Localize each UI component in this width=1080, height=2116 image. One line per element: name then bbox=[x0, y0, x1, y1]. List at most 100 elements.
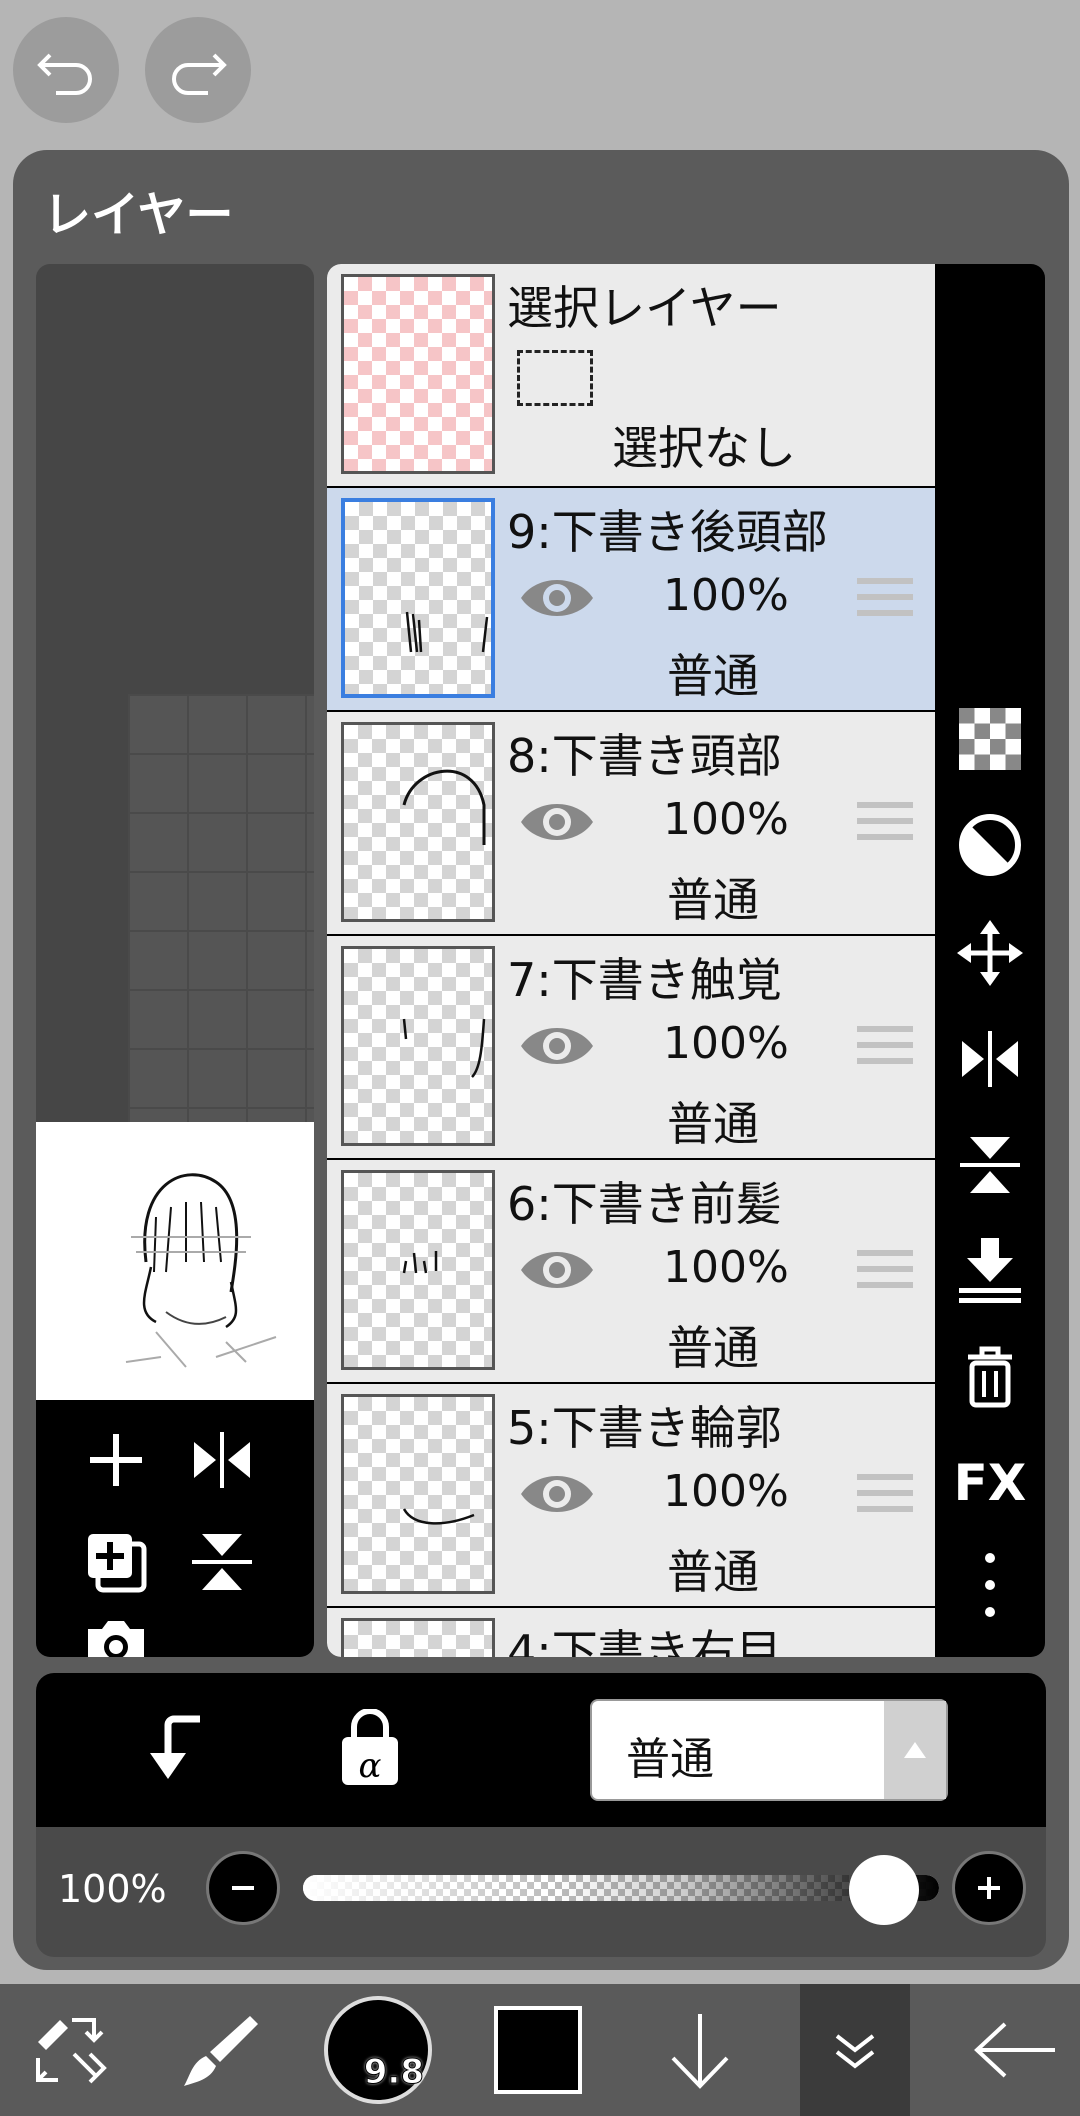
undo-button[interactable] bbox=[13, 17, 119, 123]
layer-name: 8:下書き頭部 bbox=[507, 729, 782, 783]
blend-mode-select[interactable]: 普通 bbox=[590, 1699, 948, 1801]
flip-vertical-canvas-button[interactable] bbox=[182, 1522, 262, 1602]
drag-handle-icon[interactable] bbox=[857, 1250, 913, 1298]
visibility-eye-icon[interactable] bbox=[517, 570, 597, 630]
visibility-eye-icon[interactable] bbox=[517, 1018, 597, 1078]
back-button[interactable] bbox=[960, 1984, 1070, 2116]
layer-name: 7:下書き触覚 bbox=[507, 953, 782, 1007]
checkerboard-icon bbox=[959, 708, 1021, 770]
flip-horizontal-icon bbox=[194, 1432, 250, 1488]
trash-icon bbox=[968, 1346, 1012, 1408]
drag-handle-icon[interactable] bbox=[857, 1026, 913, 1074]
drag-handle-icon[interactable] bbox=[857, 578, 913, 626]
layer-opacity: 100% bbox=[663, 1242, 789, 1293]
layer-blend-mode: 普通 bbox=[667, 1097, 759, 1151]
arrow-down-icon bbox=[671, 2014, 729, 2089]
plus-icon bbox=[90, 1434, 142, 1486]
panel-title: レイヤー bbox=[43, 187, 234, 243]
flip-horizontal-canvas-button[interactable] bbox=[182, 1420, 262, 1500]
swap-tools-icon bbox=[36, 2018, 107, 2084]
svg-text:α: α bbox=[359, 1746, 382, 1786]
plus-icon bbox=[978, 1877, 1000, 1899]
layer-row-5[interactable]: 5:下書き輪郭 100% 普通 bbox=[327, 1384, 935, 1606]
flip-layer-horizontal-button[interactable] bbox=[945, 1014, 1035, 1104]
invert-button[interactable] bbox=[945, 800, 1035, 890]
camera-icon bbox=[88, 1621, 144, 1657]
clipping-button[interactable] bbox=[146, 1713, 210, 1787]
redo-button[interactable] bbox=[145, 17, 251, 123]
brush-size-button[interactable]: 9.8 bbox=[324, 1996, 432, 2104]
fx-button[interactable]: FX bbox=[945, 1438, 1035, 1528]
move-layer-button[interactable] bbox=[945, 908, 1035, 998]
layer-row-4[interactable]: 4:下書き右目 bbox=[327, 1608, 935, 1657]
minus-icon bbox=[232, 1886, 254, 1890]
alpha-lock-button[interactable]: α bbox=[338, 1708, 402, 1791]
undo-icon bbox=[37, 53, 92, 95]
drag-handle-icon[interactable] bbox=[857, 1474, 913, 1522]
selection-layer-name: 選択レイヤー bbox=[507, 281, 782, 335]
layer-tools: FX bbox=[935, 264, 1045, 1657]
blend-bar: α 普通 bbox=[36, 1673, 1046, 1827]
layer-row-6[interactable]: 6:下書き前髪 100% 普通 bbox=[327, 1160, 935, 1382]
layer-name: 6:下書き前髪 bbox=[507, 1177, 782, 1231]
delete-layer-button[interactable] bbox=[945, 1332, 1035, 1422]
opacity-slider[interactable] bbox=[303, 1875, 939, 1901]
opacity-row: 100% bbox=[36, 1827, 1046, 1957]
transparency-lock-button[interactable] bbox=[945, 694, 1035, 784]
flip-vertical-icon bbox=[960, 1137, 1020, 1193]
selection-marquee-icon bbox=[517, 350, 593, 406]
invert-icon bbox=[959, 814, 1021, 876]
layer-blend-mode: 普通 bbox=[667, 649, 759, 703]
visibility-eye-icon[interactable] bbox=[517, 794, 597, 854]
duplicate-layer-button[interactable] bbox=[76, 1522, 156, 1602]
layer-blend-mode: 普通 bbox=[667, 1545, 759, 1599]
layer-thumbnail bbox=[341, 1618, 495, 1657]
opacity-slider-thumb[interactable] bbox=[849, 1855, 919, 1925]
layer-row-7[interactable]: 7:下書き触覚 100% 普通 bbox=[327, 936, 935, 1158]
arrow-left-icon bbox=[974, 2022, 1055, 2078]
drag-handle-icon[interactable] bbox=[857, 802, 913, 850]
import-photo-button[interactable] bbox=[76, 1604, 156, 1657]
fx-label: FX bbox=[953, 1454, 1027, 1512]
selection-layer[interactable]: 選択レイヤー 選択なし bbox=[327, 264, 935, 486]
layer-thumbnail bbox=[341, 1170, 495, 1370]
visibility-eye-icon[interactable] bbox=[517, 1466, 597, 1526]
layer-thumbnail bbox=[341, 946, 495, 1146]
layer-blend-mode: 普通 bbox=[667, 1321, 759, 1375]
layer-down-button[interactable] bbox=[650, 1984, 750, 2116]
brush-tool-button[interactable] bbox=[170, 1984, 270, 2116]
selection-status: 選択なし bbox=[612, 421, 796, 475]
flip-layer-vertical-button[interactable] bbox=[945, 1120, 1035, 1210]
layer-opacity: 100% bbox=[663, 570, 789, 621]
move-icon bbox=[957, 920, 1023, 986]
dropdown-arrow-icon bbox=[884, 1701, 946, 1799]
brush-size-value: 9.8 bbox=[363, 2052, 424, 2093]
layer-row-9[interactable]: 9:下書き後頭部 100% 普通 bbox=[327, 488, 935, 710]
opacity-slider-fill bbox=[303, 1875, 939, 1901]
layer-opacity: 100% bbox=[663, 1466, 789, 1517]
alpha-lock-icon: α bbox=[342, 1708, 398, 1786]
layer-opacity: 100% bbox=[663, 794, 789, 845]
brush-icon bbox=[184, 2016, 258, 2086]
add-layer-button[interactable] bbox=[76, 1420, 156, 1500]
layer-row-8[interactable]: 8:下書き頭部 100% 普通 bbox=[327, 712, 935, 934]
visibility-eye-icon[interactable] bbox=[517, 1242, 597, 1302]
canvas-thumbnail[interactable] bbox=[36, 1122, 314, 1400]
layer-thumbnail bbox=[341, 498, 495, 698]
duplicate-icon bbox=[88, 1534, 147, 1593]
opacity-decrease-button[interactable] bbox=[206, 1851, 280, 1925]
color-swatch-button[interactable] bbox=[494, 2006, 582, 2094]
layer-list: 選択レイヤー 選択なし 9:下書き後頭部 100% 普通 8:下書き頭部 100… bbox=[327, 264, 935, 1657]
more-options-button[interactable] bbox=[945, 1540, 1035, 1630]
selection-layer-thumbnail bbox=[341, 274, 495, 474]
layer-opacity: 100% bbox=[663, 1018, 789, 1069]
collapse-panel-button[interactable] bbox=[800, 1984, 910, 2116]
blend-mode-value: 普通 bbox=[626, 1734, 714, 1785]
merge-down-button[interactable] bbox=[945, 1226, 1035, 1316]
layer-panel: レイヤー 選択レイヤー 選択なし 9:下書き後頭部 100% 普通 8:下書き頭… bbox=[13, 150, 1069, 1970]
sketch-drawing bbox=[125, 1173, 277, 1368]
double-chevron-down-icon bbox=[835, 2034, 875, 2069]
canvas-preview bbox=[36, 264, 314, 1657]
opacity-increase-button[interactable] bbox=[952, 1851, 1026, 1925]
tool-switch-button[interactable] bbox=[20, 1984, 120, 2116]
